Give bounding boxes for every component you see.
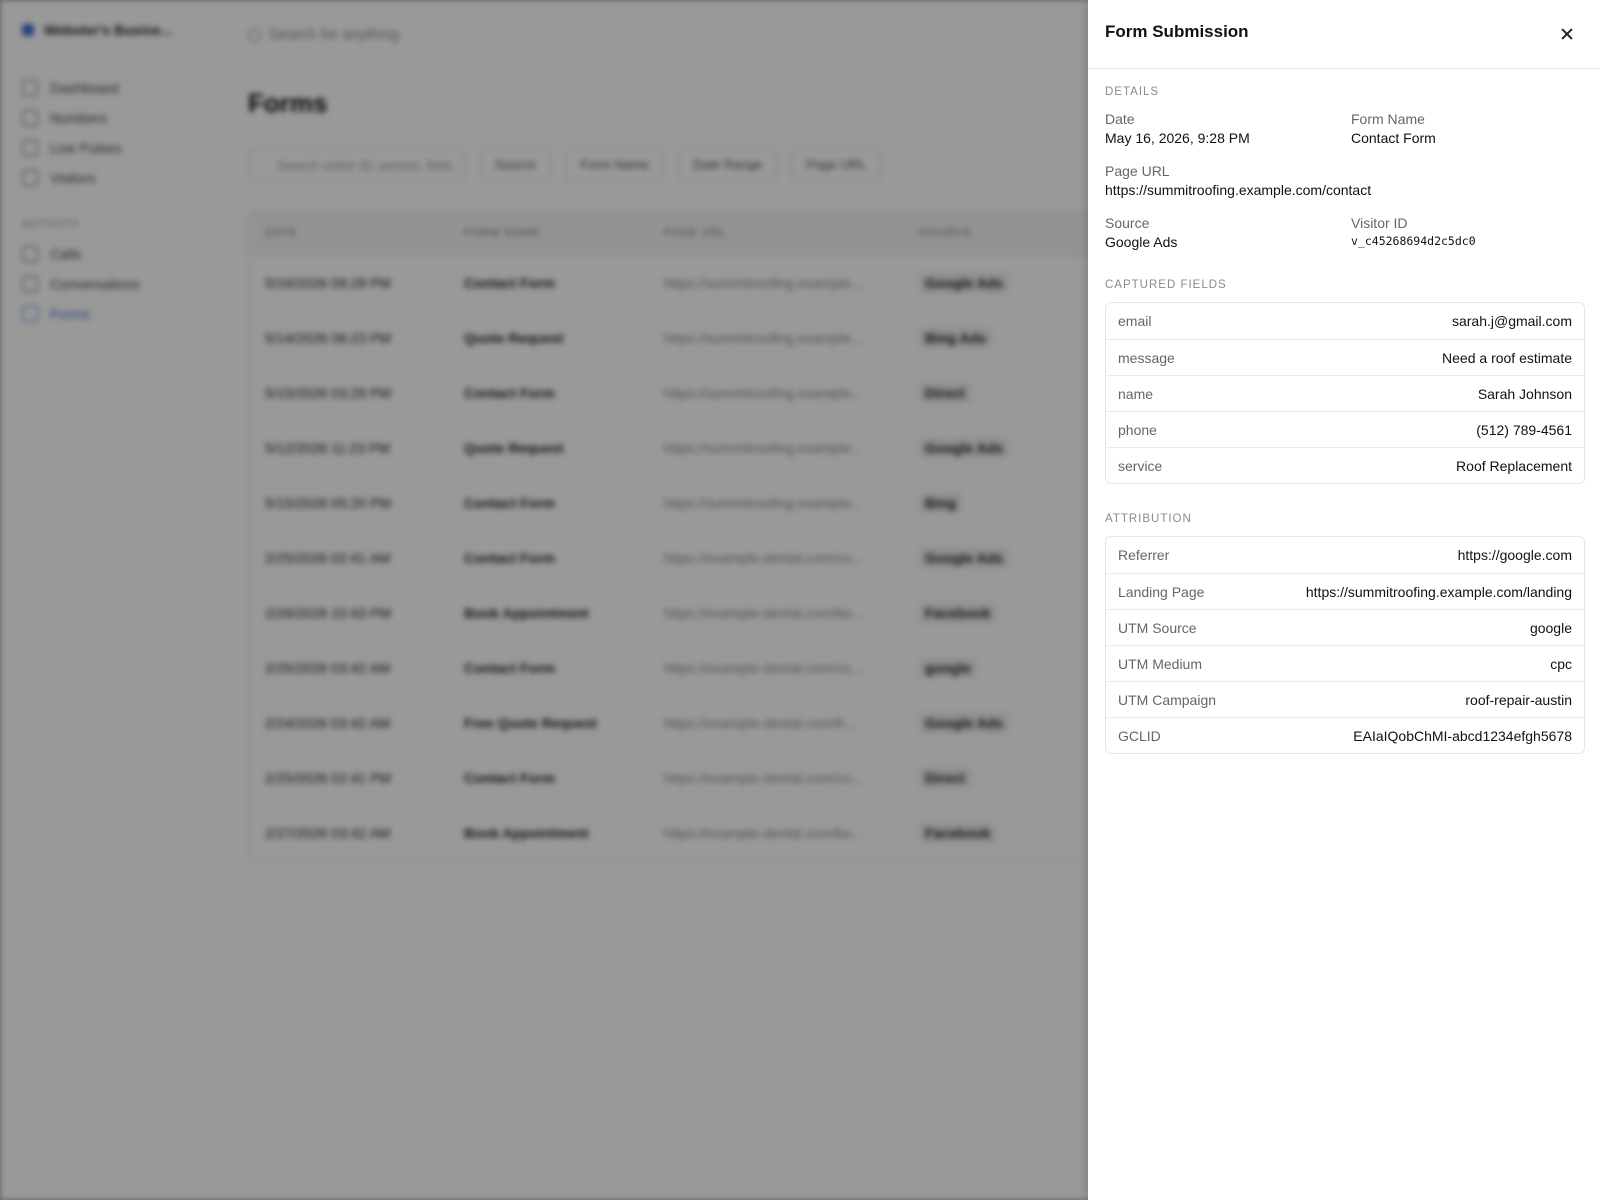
attribution-card: Referrer https://google.com Landing Page h…: [1105, 536, 1585, 754]
attribution-row: UTM Source google: [1106, 609, 1584, 645]
field-value: sarah.j@gmail.com: [1451, 313, 1572, 329]
drawer-title: Form Submission: [1105, 22, 1249, 41]
captured-field-row: service Roof Replacement: [1106, 447, 1584, 483]
source-value: Google Ads: [1105, 234, 1178, 250]
attribution-section-label: ATTRIBUTION: [1105, 513, 1192, 525]
attribution-value: https://summitroofing.example.com/landin…: [1305, 583, 1572, 600]
page-url-value: https://summitroofing.example.com/contac…: [1105, 182, 1372, 198]
date-label: Date: [1105, 111, 1135, 127]
field-value: (512) 789-4561: [1476, 421, 1572, 438]
field-key: email: [1118, 313, 1152, 329]
attribution-key: UTM Campaign: [1118, 691, 1217, 708]
field-key: name: [1118, 385, 1154, 402]
source-label: Source: [1105, 215, 1150, 231]
attribution-value: cpc: [1550, 655, 1572, 672]
captured-field-row: name Sarah Johnson: [1106, 375, 1584, 411]
attribution-value: roof-repair-austin: [1465, 691, 1572, 708]
attribution-row: UTM Medium cpc: [1106, 645, 1584, 681]
detail-date: Date May 16, 2026, 9:28 PM: [1105, 111, 1250, 146]
attribution-value: EAIaIQobChMI-abcd1234efgh5678: [1353, 727, 1572, 744]
attribution-row: Referrer https://google.com: [1106, 537, 1584, 573]
detail-form-name: Form Name Contact Form: [1351, 111, 1436, 146]
field-value: Sarah Johnson: [1477, 385, 1572, 402]
visitor-id-value: v_c45268694d2c5dc0: [1351, 234, 1476, 248]
drawer-header: Form Submission: [1088, 0, 1600, 69]
field-key: message: [1118, 349, 1175, 366]
date-value: May 16, 2026, 9:28 PM: [1105, 130, 1250, 146]
field-key: phone: [1118, 421, 1157, 438]
attribution-value: google: [1529, 619, 1572, 636]
field-value: Roof Replacement: [1456, 457, 1572, 474]
captured-field-row: message Need a roof estimate: [1106, 339, 1584, 375]
attribution-row: UTM Campaign roof-repair-austin: [1106, 681, 1584, 717]
attribution-value: https://google.com: [1457, 547, 1572, 563]
captured-fields-section-label: CAPTURED FIELDS: [1105, 279, 1227, 291]
captured-fields-card: email sarah.j@gmail.com message Need a roo…: [1105, 302, 1585, 484]
attribution-key: Referrer: [1118, 547, 1170, 563]
page-url-label: Page URL: [1105, 163, 1170, 179]
field-key: service: [1118, 457, 1163, 474]
attribution-row: Landing Page https://summitroofing.exampl…: [1106, 573, 1584, 609]
form-submission-drawer: Form Submission DETAILS Date May 16, 202…: [1088, 0, 1600, 1200]
attribution-key: UTM Medium: [1118, 655, 1203, 672]
attribution-key: Landing Page: [1118, 583, 1205, 600]
form-name-label: Form Name: [1351, 111, 1425, 127]
captured-field-row: email sarah.j@gmail.com: [1106, 303, 1584, 339]
form-name-value: Contact Form: [1351, 130, 1436, 146]
detail-source: Source Google Ads: [1105, 215, 1177, 250]
attribution-key: UTM Source: [1118, 619, 1197, 636]
details-section-label: DETAILS: [1105, 86, 1160, 98]
field-value: Need a roof estimate: [1442, 349, 1572, 366]
captured-field-row: phone (512) 789-4561: [1106, 411, 1584, 447]
attribution-key: GCLID: [1118, 727, 1161, 744]
detail-page-url: Page URL https://summitroofing.example.c…: [1105, 163, 1371, 198]
attribution-row: GCLID EAIaIQobChMI-abcd1234efgh5678: [1106, 717, 1584, 753]
detail-visitor-id: Visitor ID v_c45268694d2c5dc0: [1351, 215, 1476, 248]
visitor-id-label: Visitor ID: [1351, 215, 1408, 231]
close-icon[interactable]: [1556, 22, 1580, 46]
